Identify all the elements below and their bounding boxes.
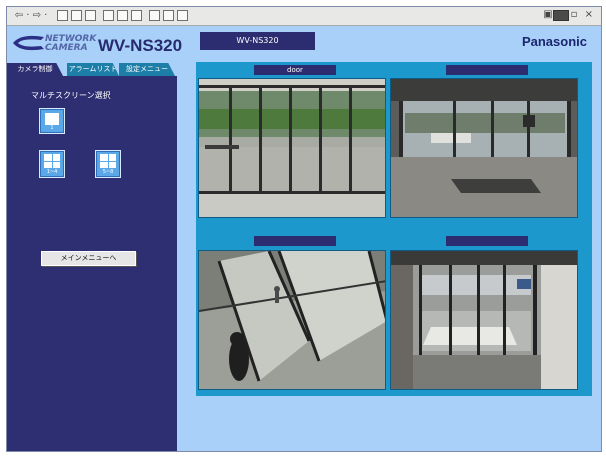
tab-bar: カメラ制御 アラームリスト 設定メニュー bbox=[7, 63, 177, 76]
history-icon[interactable] bbox=[131, 10, 142, 21]
home-icon[interactable] bbox=[85, 10, 96, 21]
camera-image-3 bbox=[199, 251, 385, 389]
camera-image-2 bbox=[391, 79, 577, 217]
camera-image-1 bbox=[199, 79, 385, 217]
tab-settings-menu[interactable]: 設定メニュー bbox=[119, 63, 175, 76]
tab-alarm-list[interactable]: アラームリスト bbox=[67, 63, 119, 76]
camera-label-1: door bbox=[254, 65, 336, 75]
main-menu-button[interactable]: メインメニューへ bbox=[41, 251, 136, 266]
model-name: WV-NS320 bbox=[98, 36, 183, 55]
quad-screen-icon bbox=[100, 154, 116, 168]
sidebar: マルチスクリーン選択 1 1~4 5~8 メインメニューへ bbox=[7, 76, 177, 451]
camera-view-2[interactable] bbox=[390, 78, 578, 218]
network-camera-logo-icon bbox=[13, 35, 44, 51]
quad-screen-1-4-label: 1~4 bbox=[46, 169, 58, 175]
mail-icon[interactable] bbox=[149, 10, 160, 21]
camera-label-3 bbox=[254, 236, 336, 246]
nav-arrows[interactable]: ⇦ · ⇨ · bbox=[11, 9, 51, 23]
logo-line2: CAMERA bbox=[45, 43, 88, 53]
camera-label-2 bbox=[446, 65, 528, 75]
browser-toolbar: ⇦ · ⇨ · ▣ - ▫ × bbox=[7, 7, 601, 26]
browser-window: ⇦ · ⇨ · ▣ - ▫ × NETWORK CAMERA WV-NS320 … bbox=[6, 6, 602, 452]
camera-grid: door bbox=[196, 62, 592, 396]
search-icon[interactable] bbox=[103, 10, 114, 21]
camera-image-4 bbox=[391, 251, 577, 389]
tab-camera-control[interactable]: カメラ制御 bbox=[7, 63, 63, 76]
multiscreen-select-title: マルチスクリーン選択 bbox=[31, 91, 111, 100]
quad-screen-5-8-label: 5~8 bbox=[102, 169, 114, 175]
network-camera-logo: NETWORK CAMERA bbox=[45, 35, 96, 53]
print-icon[interactable] bbox=[163, 10, 174, 21]
window-controls[interactable]: ▣ - ▫ × bbox=[543, 9, 595, 20]
stop-icon[interactable] bbox=[57, 10, 68, 21]
page-title: WV-NS320 bbox=[200, 32, 315, 50]
quad-screen-5-8-button[interactable]: 5~8 bbox=[95, 150, 121, 178]
favorites-icon[interactable] bbox=[117, 10, 128, 21]
single-screen-icon bbox=[45, 113, 59, 125]
camera-view-3[interactable] bbox=[198, 250, 386, 390]
page-header: NETWORK CAMERA WV-NS320 WV-NS320 Panason… bbox=[7, 26, 601, 62]
camera-label-4 bbox=[446, 236, 528, 246]
refresh-icon[interactable] bbox=[71, 10, 82, 21]
quad-screen-icon bbox=[44, 154, 60, 168]
single-screen-label: 1 bbox=[50, 125, 54, 131]
edit-icon[interactable] bbox=[177, 10, 188, 21]
quad-screen-1-4-button[interactable]: 1~4 bbox=[39, 150, 65, 178]
single-screen-button[interactable]: 1 bbox=[39, 108, 65, 134]
camera-view-4[interactable] bbox=[390, 250, 578, 390]
brand-logo: Panasonic bbox=[521, 34, 587, 49]
camera-view-1[interactable] bbox=[198, 78, 386, 218]
